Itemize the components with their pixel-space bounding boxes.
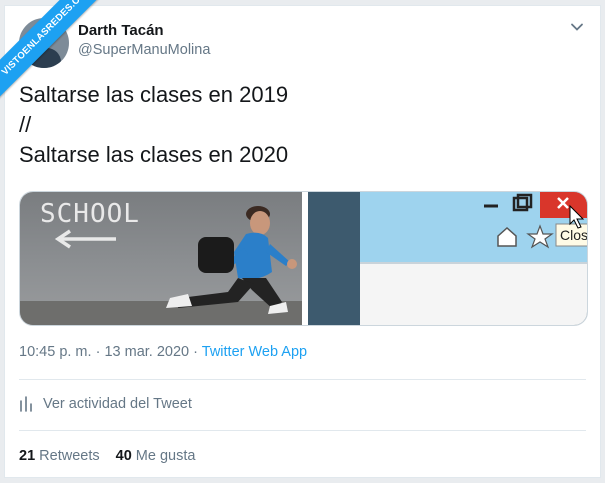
tweet-line: Saltarse las clases en 2020 (19, 142, 289, 167)
media-divider (302, 192, 305, 325)
media-grid: SCHOOL Clo (19, 191, 588, 326)
meta-separator: · (95, 344, 101, 360)
tweet-stats: 21 Retweets 40 Me gusta (19, 448, 195, 464)
school-wall-text: SCHOOL (40, 199, 140, 229)
tweet-activity-link[interactable]: Ver actividad del Tweet (19, 396, 192, 412)
bar-chart-icon (20, 396, 32, 412)
retweets-count: 21 (19, 448, 36, 464)
source-app-link[interactable]: Twitter Web App (202, 344, 307, 360)
tweet-card: Darth Tacán @SuperManuMolina Saltarse la… (4, 5, 601, 478)
close-tooltip-text: Close (560, 227, 587, 243)
display-name[interactable]: Darth Tacán (78, 22, 164, 39)
activity-label: Ver actividad del Tweet (43, 396, 192, 412)
retweets-stat[interactable]: 21 Retweets (19, 448, 100, 464)
browser-scene: Close (308, 192, 587, 325)
retweets-label: Retweets (39, 448, 100, 464)
divider (19, 379, 586, 380)
meta-separator: · (193, 344, 198, 360)
browser-close-photo[interactable]: Close (308, 192, 587, 325)
user-handle[interactable]: @SuperManuMolina (78, 42, 210, 58)
likes-count: 40 (115, 448, 132, 464)
tweet-meta: 10:45 p. m. · 13 mar. 2020 · Twitter Web… (19, 344, 307, 360)
chevron-down-icon[interactable] (570, 20, 584, 34)
school-scene: SCHOOL (20, 199, 302, 325)
tweet-date[interactable]: 13 mar. 2020 (104, 344, 189, 360)
tweet-line: Saltarse las clases en 2019 (19, 82, 289, 107)
tweet-text: Saltarse las clases en 2019 // Saltarse … (19, 80, 288, 170)
likes-label: Me gusta (135, 448, 196, 464)
tweet-line: // (19, 112, 32, 137)
school-photo[interactable]: SCHOOL (20, 192, 302, 325)
divider (19, 430, 586, 431)
tweet-time[interactable]: 10:45 p. m. (19, 344, 92, 360)
likes-stat[interactable]: 40 Me gusta (116, 448, 196, 464)
